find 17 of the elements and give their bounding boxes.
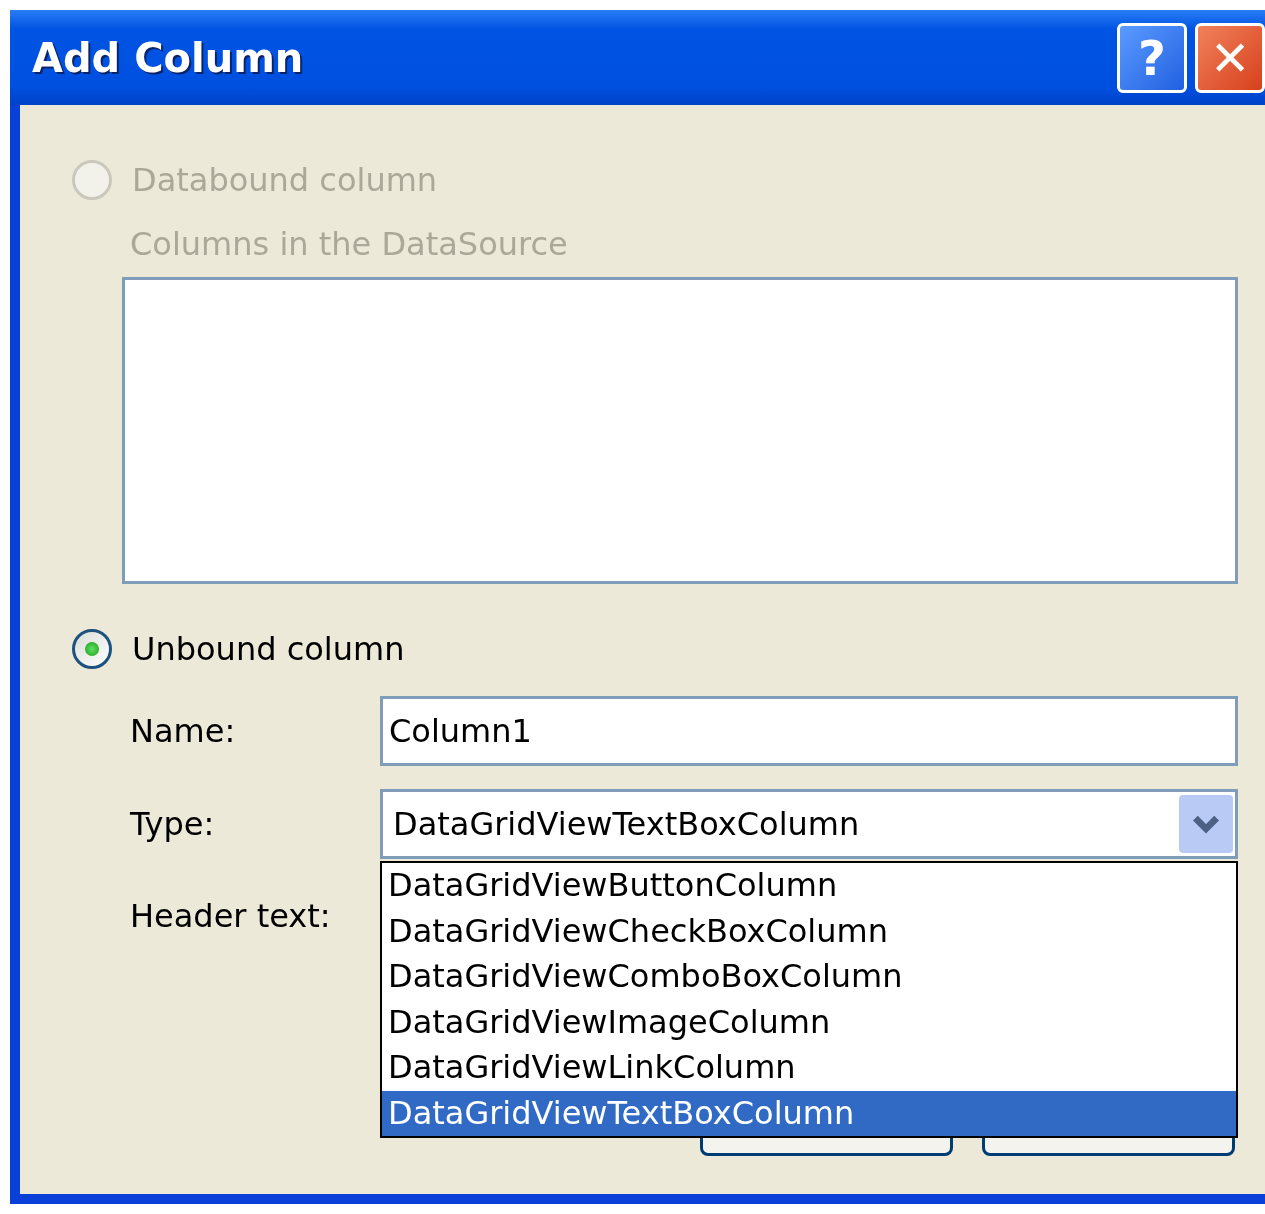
help-button[interactable]: ? <box>1117 22 1187 93</box>
list-label: Columns in the DataSource <box>130 225 569 265</box>
dropdown-option[interactable]: DataGridViewImageColumn <box>382 999 1236 1045</box>
field-label: Header text: <box>130 897 332 935</box>
radio-label: Unbound column <box>132 630 405 668</box>
dropdown-option[interactable]: DataGridViewLinkColumn <box>382 1045 1236 1091</box>
radio-button[interactable] <box>72 629 112 669</box>
dropdown-option[interactable]: DataGridViewCheckBoxColumn <box>382 908 1236 954</box>
dropdown-option[interactable]: DataGridViewTextBoxColumn <box>382 1090 1236 1136</box>
name-field[interactable]: Column1 <box>380 696 1238 766</box>
radio-label: Databound column <box>132 161 438 199</box>
dropdown-option[interactable]: DataGridViewButtonColumn <box>382 863 1236 909</box>
window-title: Add Column <box>32 34 304 81</box>
columns-list[interactable] <box>122 277 1238 584</box>
field-label: Name: <box>130 712 237 750</box>
dropdown-option[interactable]: DataGridViewComboBoxColumn <box>382 954 1236 1000</box>
field-label: Type: <box>130 805 216 843</box>
